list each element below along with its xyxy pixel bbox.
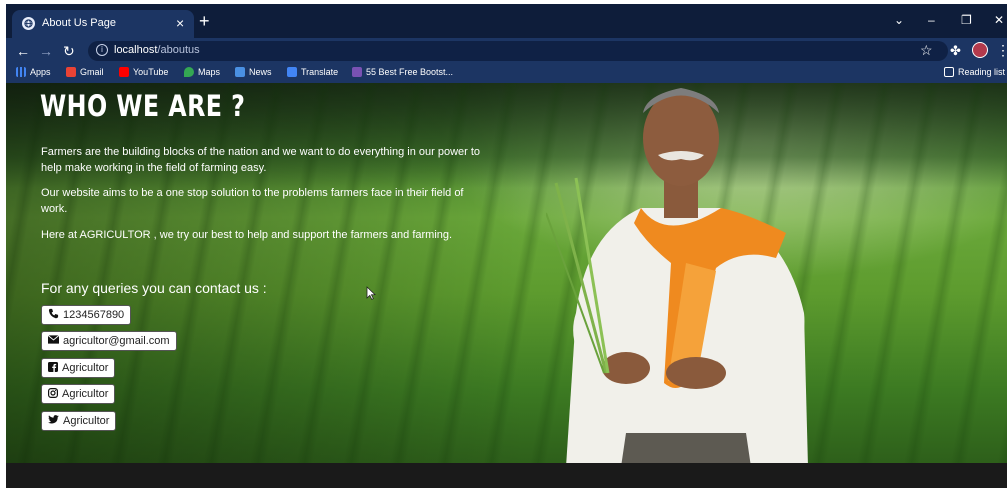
youtube-icon [119, 67, 129, 77]
email-contact-button[interactable]: agricultor@gmail.com [41, 331, 177, 351]
bookmark-translate[interactable]: Translate [287, 67, 338, 77]
facebook-icon [48, 361, 58, 375]
news-icon [235, 67, 245, 77]
reload-icon[interactable]: ↻ [63, 43, 75, 59]
url-path: /aboutus [157, 44, 200, 56]
mouse-cursor-icon [366, 286, 376, 300]
phone-icon [48, 308, 59, 322]
tab-strip: About Us Page × + ⌄ – ❐ ✕ [6, 4, 1007, 38]
farmer-image [546, 88, 808, 467]
instagram-icon [48, 387, 59, 401]
phone-contact-button[interactable]: 1234567890 [41, 305, 132, 325]
facebook-handle: Agricultor [62, 362, 109, 374]
menu-dots-icon[interactable]: ⋮ [996, 42, 1007, 58]
forward-arrow-icon[interactable]: → [39, 43, 53, 59]
contact-heading: For any queries you can contact us : [41, 280, 267, 296]
browser-window: About Us Page × + ⌄ – ❐ ✕ ← → ↻ i localh… [6, 4, 1007, 488]
maps-icon [184, 67, 194, 77]
reading-list-button[interactable]: Reading list [944, 67, 1005, 77]
bookmark-apps[interactable]: Apps [16, 67, 51, 77]
new-tab-button[interactable]: + [199, 12, 210, 30]
extensions-puzzle-icon[interactable]: ✤ [950, 43, 961, 59]
info-icon[interactable]: i [96, 44, 108, 56]
url-text: localhost/aboutus [114, 44, 200, 56]
back-arrow-icon[interactable]: ← [16, 43, 30, 59]
profile-avatar[interactable] [972, 42, 988, 58]
gmail-icon [66, 67, 76, 77]
bookmark-gmail[interactable]: Gmail [66, 67, 104, 77]
tab-about-us[interactable]: About Us Page × [12, 10, 194, 38]
tab-title: About Us Page [42, 17, 116, 29]
about-us-page: WHO WE ARE ? Farmers are the building bl… [6, 83, 1007, 467]
text-overlay [6, 83, 526, 467]
bookmark-bootstrap[interactable]: 55 Best Free Bootst... [352, 67, 453, 77]
envelope-icon [47, 335, 60, 347]
bookmarks-bar: Apps Gmail YouTube Maps News Translate 5… [6, 64, 1007, 83]
instagram-handle: Agricultor [62, 388, 109, 400]
page-title: WHO WE ARE ? [40, 89, 246, 123]
address-bar[interactable]: i localhost/aboutus ☆ [88, 41, 948, 61]
about-paragraph-3: Here at AGRICULTOR , we try our best to … [41, 229, 453, 241]
url-host: localhost [114, 44, 158, 56]
minimize-button[interactable]: – [928, 12, 935, 28]
facebook-contact-button[interactable]: Agricultor [41, 358, 116, 378]
twitter-icon [48, 415, 59, 427]
browser-toolbar: ← → ↻ i localhost/aboutus ☆ ✤ ⋮ [6, 38, 1007, 64]
bookmark-maps[interactable]: Maps [184, 67, 220, 77]
restore-button[interactable]: ❐ [961, 12, 972, 28]
twitter-contact-button[interactable]: Agricultor [41, 411, 117, 431]
bookmark-star-icon[interactable]: ☆ [920, 42, 933, 59]
phone-number: 1234567890 [63, 309, 125, 321]
translate-icon [287, 67, 297, 77]
bottom-bar [6, 463, 1007, 488]
bookmark-youtube[interactable]: YouTube [119, 67, 168, 77]
apps-grid-icon [16, 67, 26, 77]
about-paragraph-1: Farmers are the building blocks of the n… [41, 146, 481, 174]
tab-close-icon[interactable]: × [176, 14, 184, 32]
about-paragraph-2: Our website aims to be a one stop soluti… [41, 187, 464, 215]
email-address: agricultor@gmail.com [63, 335, 170, 347]
tab-search-icon[interactable]: ⌄ [894, 12, 904, 28]
reading-list-icon [944, 67, 954, 77]
bootstrap-icon [352, 67, 362, 77]
twitter-handle: Agricultor [63, 415, 110, 427]
close-window-button[interactable]: ✕ [994, 12, 1004, 28]
bookmark-news[interactable]: News [235, 67, 272, 77]
globe-icon [22, 17, 35, 30]
instagram-contact-button[interactable]: Agricultor [41, 384, 116, 404]
